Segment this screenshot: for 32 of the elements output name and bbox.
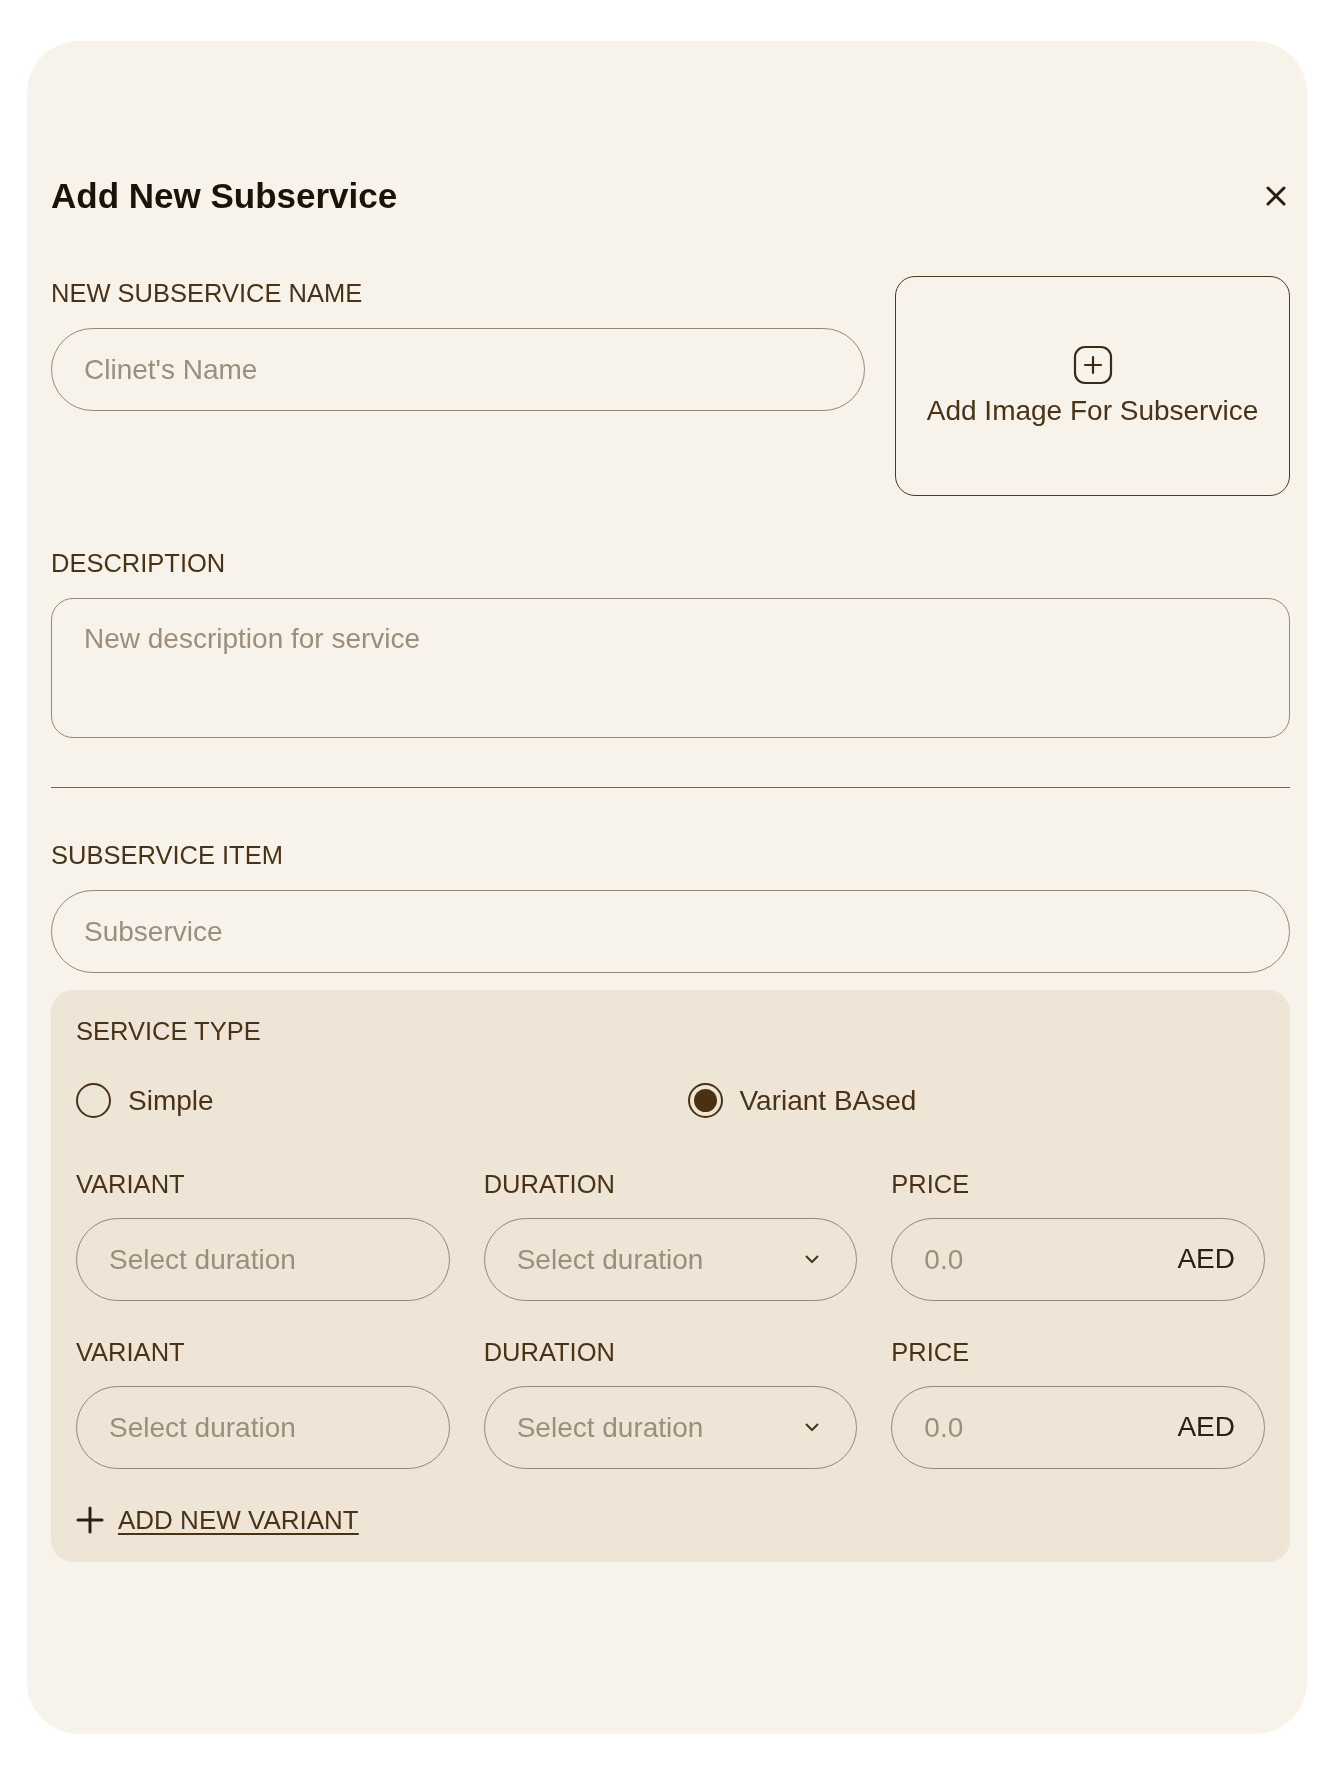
field-label: DESCRIPTION	[51, 548, 227, 578]
dropdown-select[interactable]: Select duration	[483, 1218, 858, 1301]
radio-button[interactable]	[687, 1083, 723, 1118]
chevron-down-icon	[805, 1255, 820, 1264]
subservice-input[interactable]: Subservice	[51, 890, 1290, 973]
field-label: NEW SUBSERVICE NAME	[51, 278, 364, 308]
currency-label: AED	[1177, 1411, 1235, 1443]
add-image-button[interactable]: Add Image For Subservice	[895, 276, 1290, 496]
plus-icon	[76, 1506, 104, 1534]
dropdown-select[interactable]: Select duration	[483, 1386, 858, 1469]
radio-label: Variant BAsed	[739, 1084, 917, 1117]
currency-label: AED	[1177, 1243, 1235, 1275]
close-button[interactable]	[1266, 186, 1286, 206]
text-input[interactable]: Select duration	[76, 1218, 450, 1301]
dialog-title: Add New Subservice	[51, 176, 398, 216]
field-label: PRICE	[891, 1337, 971, 1367]
section-label: SERVICE TYPE	[76, 1016, 262, 1046]
field-label: VARIANT	[76, 1337, 186, 1367]
field-label: PRICE	[891, 1169, 971, 1199]
field-label: SUBSERVICE ITEM	[51, 840, 284, 870]
text-input[interactable]: Select duration	[76, 1386, 450, 1469]
radio-button[interactable]	[76, 1083, 111, 1118]
close-icon	[1266, 186, 1286, 206]
plus-square-icon	[1072, 345, 1113, 385]
description-textarea[interactable]: New description for service	[51, 598, 1290, 738]
chevron-down-icon	[805, 1423, 820, 1432]
field-label: DURATION	[483, 1169, 616, 1199]
field-label: VARIANT	[76, 1169, 186, 1199]
radio-label: Simple	[128, 1084, 214, 1117]
field-label: DURATION	[483, 1337, 616, 1367]
add-variant-button[interactable]: ADD NEW VARIANT	[76, 1505, 359, 1535]
name-input[interactable]: Clinet's Name	[51, 328, 865, 411]
